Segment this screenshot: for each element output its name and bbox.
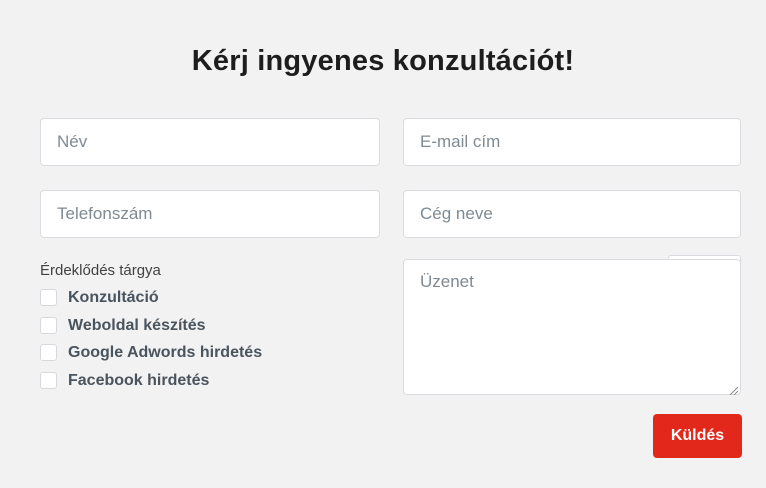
checkbox-row-konzultacio[interactable]: Konzultáció (40, 289, 262, 306)
page-title: Kérj ingyenes konzultációt! (0, 44, 766, 78)
checkbox-row-facebook-hirdetes[interactable]: Facebook hirdetés (40, 372, 262, 389)
checkbox-label-konzultacio: Konzultáció (68, 289, 159, 306)
interest-checkbox-group: Konzultáció Weboldal készítés Google Adw… (40, 289, 262, 389)
checkbox-label-facebook-hirdetes: Facebook hirdetés (68, 372, 209, 389)
checkbox-row-weboldal-keszites[interactable]: Weboldal készítés (40, 317, 262, 334)
submit-button[interactable]: Küldés (653, 414, 742, 458)
interest-group-label: Érdeklődés tárgya (40, 262, 161, 279)
email-input[interactable] (403, 118, 741, 166)
checkbox-google-adwords-hirdetes[interactable] (40, 344, 57, 361)
company-input[interactable] (403, 190, 741, 238)
checkbox-facebook-hirdetes[interactable] (40, 372, 57, 389)
name-input[interactable] (40, 118, 380, 166)
checkbox-weboldal-keszites[interactable] (40, 317, 57, 334)
checkbox-label-google-adwords-hirdetes: Google Adwords hirdetés (68, 344, 262, 361)
phone-input[interactable] (40, 190, 380, 238)
message-textarea[interactable] (403, 259, 741, 395)
checkbox-konzultacio[interactable] (40, 289, 57, 306)
textarea-resize-handle-icon[interactable] (728, 382, 738, 392)
checkbox-label-weboldal-keszites: Weboldal készítés (68, 317, 206, 334)
consultation-form: Kérj ingyenes konzultációt! Érdeklődés t… (0, 0, 766, 488)
checkbox-row-google-adwords-hirdetes[interactable]: Google Adwords hirdetés (40, 344, 262, 361)
